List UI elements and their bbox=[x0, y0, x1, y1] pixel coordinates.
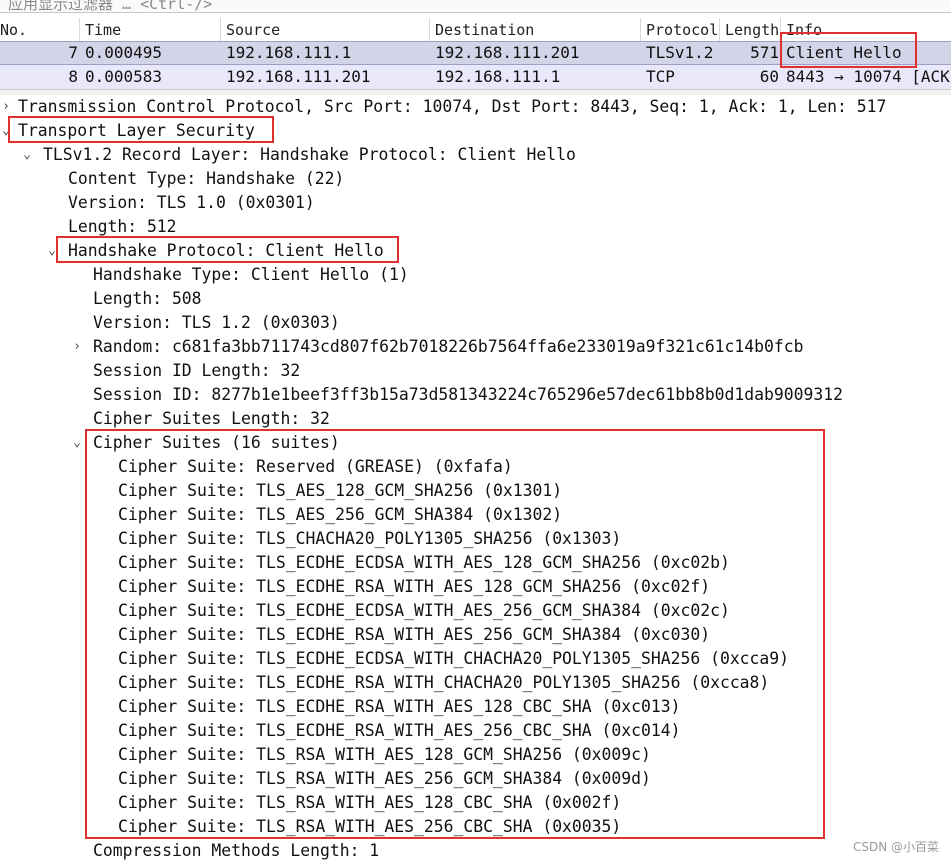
cipher-suite-item[interactable]: Cipher Suite: Reserved (GREASE) (0xfafa) bbox=[118, 455, 513, 479]
cipher-suite-item[interactable]: Cipher Suite: TLS_RSA_WITH_AES_256_GCM_S… bbox=[118, 767, 651, 791]
display-filter-bar[interactable]: 应用显示过滤器 … <Ctrl-/> bbox=[0, 0, 951, 13]
cipher-suite-item[interactable]: Cipher Suite: TLS_AES_128_GCM_SHA256 (0x… bbox=[118, 479, 562, 503]
packet-no: 7 bbox=[68, 43, 78, 62]
chevron-down-icon[interactable]: ⌄ bbox=[0, 119, 12, 143]
packet-source: 192.168.111.201 bbox=[226, 67, 371, 86]
packet-info: 8443 → 10074 [ACK bbox=[786, 67, 950, 86]
packet-time: 0.000583 bbox=[85, 67, 163, 86]
packet-length: 60 bbox=[759, 67, 779, 86]
cipher-suite-item[interactable]: Cipher Suite: TLS_ECDHE_ECDSA_WITH_CHACH… bbox=[118, 647, 789, 671]
packet-list-header: No. Time Source Destination Protocol Len… bbox=[0, 18, 951, 42]
packet-destination: 192.168.111.201 bbox=[435, 43, 580, 62]
packet-no: 8 bbox=[68, 67, 78, 86]
packet-info: Client Hello bbox=[786, 43, 902, 62]
packet-row[interactable]: 8 0.000583 192.168.111.201 192.168.111.1… bbox=[0, 65, 951, 89]
cipher-suite-item[interactable]: Cipher Suite: TLS_RSA_WITH_AES_128_GCM_S… bbox=[118, 743, 651, 767]
tree-item-random[interactable]: Random: c681fa3bb711743cd807f62b7018226b… bbox=[93, 335, 804, 359]
cipher-suite-item[interactable]: Cipher Suite: TLS_ECDHE_RSA_WITH_AES_128… bbox=[118, 695, 680, 719]
tree-item-handshake-type[interactable]: Handshake Type: Client Hello (1) bbox=[93, 263, 409, 287]
packet-time: 0.000495 bbox=[85, 43, 163, 62]
column-header-protocol[interactable]: Protocol bbox=[641, 18, 720, 42]
packet-row[interactable]: 7 0.000495 192.168.111.1 192.168.111.201… bbox=[0, 41, 951, 65]
chevron-down-icon[interactable]: ⌄ bbox=[46, 239, 58, 263]
packet-protocol: TLSv1.2 bbox=[646, 43, 714, 62]
cipher-suite-item[interactable]: Cipher Suite: TLS_ECDHE_RSA_WITH_AES_256… bbox=[118, 623, 710, 647]
tree-item-compression-methods-length[interactable]: Compression Methods Length: 1 bbox=[93, 839, 379, 863]
column-header-length[interactable]: Length bbox=[720, 18, 781, 42]
chevron-down-icon[interactable]: ⌄ bbox=[21, 143, 33, 167]
tree-item-session-id-length[interactable]: Session ID Length: 32 bbox=[93, 359, 300, 383]
tree-item-handshake-length[interactable]: Length: 508 bbox=[93, 287, 202, 311]
chevron-right-icon[interactable]: › bbox=[0, 95, 12, 119]
display-filter-input[interactable]: 应用显示过滤器 … <Ctrl-/> bbox=[8, 0, 212, 12]
cipher-suite-item[interactable]: Cipher Suite: TLS_RSA_WITH_AES_256_CBC_S… bbox=[118, 815, 621, 839]
watermark: CSDN @小百菜 bbox=[852, 840, 939, 854]
cipher-suite-item[interactable]: Cipher Suite: TLS_ECDHE_RSA_WITH_AES_256… bbox=[118, 719, 680, 743]
tree-item-cipher-suites[interactable]: Cipher Suites (16 suites) bbox=[93, 431, 340, 455]
packet-protocol: TCP bbox=[646, 67, 675, 86]
cipher-suite-item[interactable]: Cipher Suite: TLS_ECDHE_ECDSA_WITH_AES_2… bbox=[118, 599, 730, 623]
chevron-right-icon[interactable]: › bbox=[71, 335, 83, 359]
cipher-suite-item[interactable]: Cipher Suite: TLS_AES_256_GCM_SHA384 (0x… bbox=[118, 503, 562, 527]
tree-item-record-layer[interactable]: TLSv1.2 Record Layer: Handshake Protocol… bbox=[43, 143, 576, 167]
tree-item-handshake-protocol[interactable]: Handshake Protocol: Client Hello bbox=[68, 239, 384, 263]
column-header-no[interactable]: No. bbox=[0, 18, 80, 42]
tree-item-session-id[interactable]: Session ID: 8277b1e1beef3ff3b15a73d58134… bbox=[93, 383, 843, 407]
cipher-suite-item[interactable]: Cipher Suite: TLS_RSA_WITH_AES_128_CBC_S… bbox=[118, 791, 621, 815]
tree-item-content-type[interactable]: Content Type: Handshake (22) bbox=[68, 167, 344, 191]
packet-source: 192.168.111.1 bbox=[226, 43, 352, 62]
cipher-suite-item[interactable]: Cipher Suite: TLS_ECDHE_RSA_WITH_AES_128… bbox=[118, 575, 710, 599]
packet-destination: 192.168.111.1 bbox=[435, 67, 561, 86]
cipher-suite-item[interactable]: Cipher Suite: TLS_ECDHE_RSA_WITH_CHACHA2… bbox=[118, 671, 769, 695]
column-header-info[interactable]: Info bbox=[781, 18, 951, 42]
tree-item-handshake-version[interactable]: Version: TLS 1.2 (0x0303) bbox=[93, 311, 340, 335]
column-header-destination[interactable]: Destination bbox=[430, 18, 641, 42]
cipher-suite-item[interactable]: Cipher Suite: TLS_ECDHE_ECDSA_WITH_AES_1… bbox=[118, 551, 730, 575]
tree-item-cipher-suites-length[interactable]: Cipher Suites Length: 32 bbox=[93, 407, 330, 431]
column-header-source[interactable]: Source bbox=[221, 18, 430, 42]
tree-item-tcp[interactable]: Transmission Control Protocol, Src Port:… bbox=[18, 95, 886, 119]
column-header-time[interactable]: Time bbox=[80, 18, 221, 42]
packet-length: 571 bbox=[750, 43, 779, 62]
tree-item-tls[interactable]: Transport Layer Security bbox=[18, 119, 255, 143]
tree-item-length[interactable]: Length: 512 bbox=[68, 215, 177, 239]
cipher-suite-item[interactable]: Cipher Suite: TLS_CHACHA20_POLY1305_SHA2… bbox=[118, 527, 621, 551]
chevron-down-icon[interactable]: ⌄ bbox=[71, 431, 83, 455]
tree-item-version[interactable]: Version: TLS 1.0 (0x0301) bbox=[68, 191, 315, 215]
